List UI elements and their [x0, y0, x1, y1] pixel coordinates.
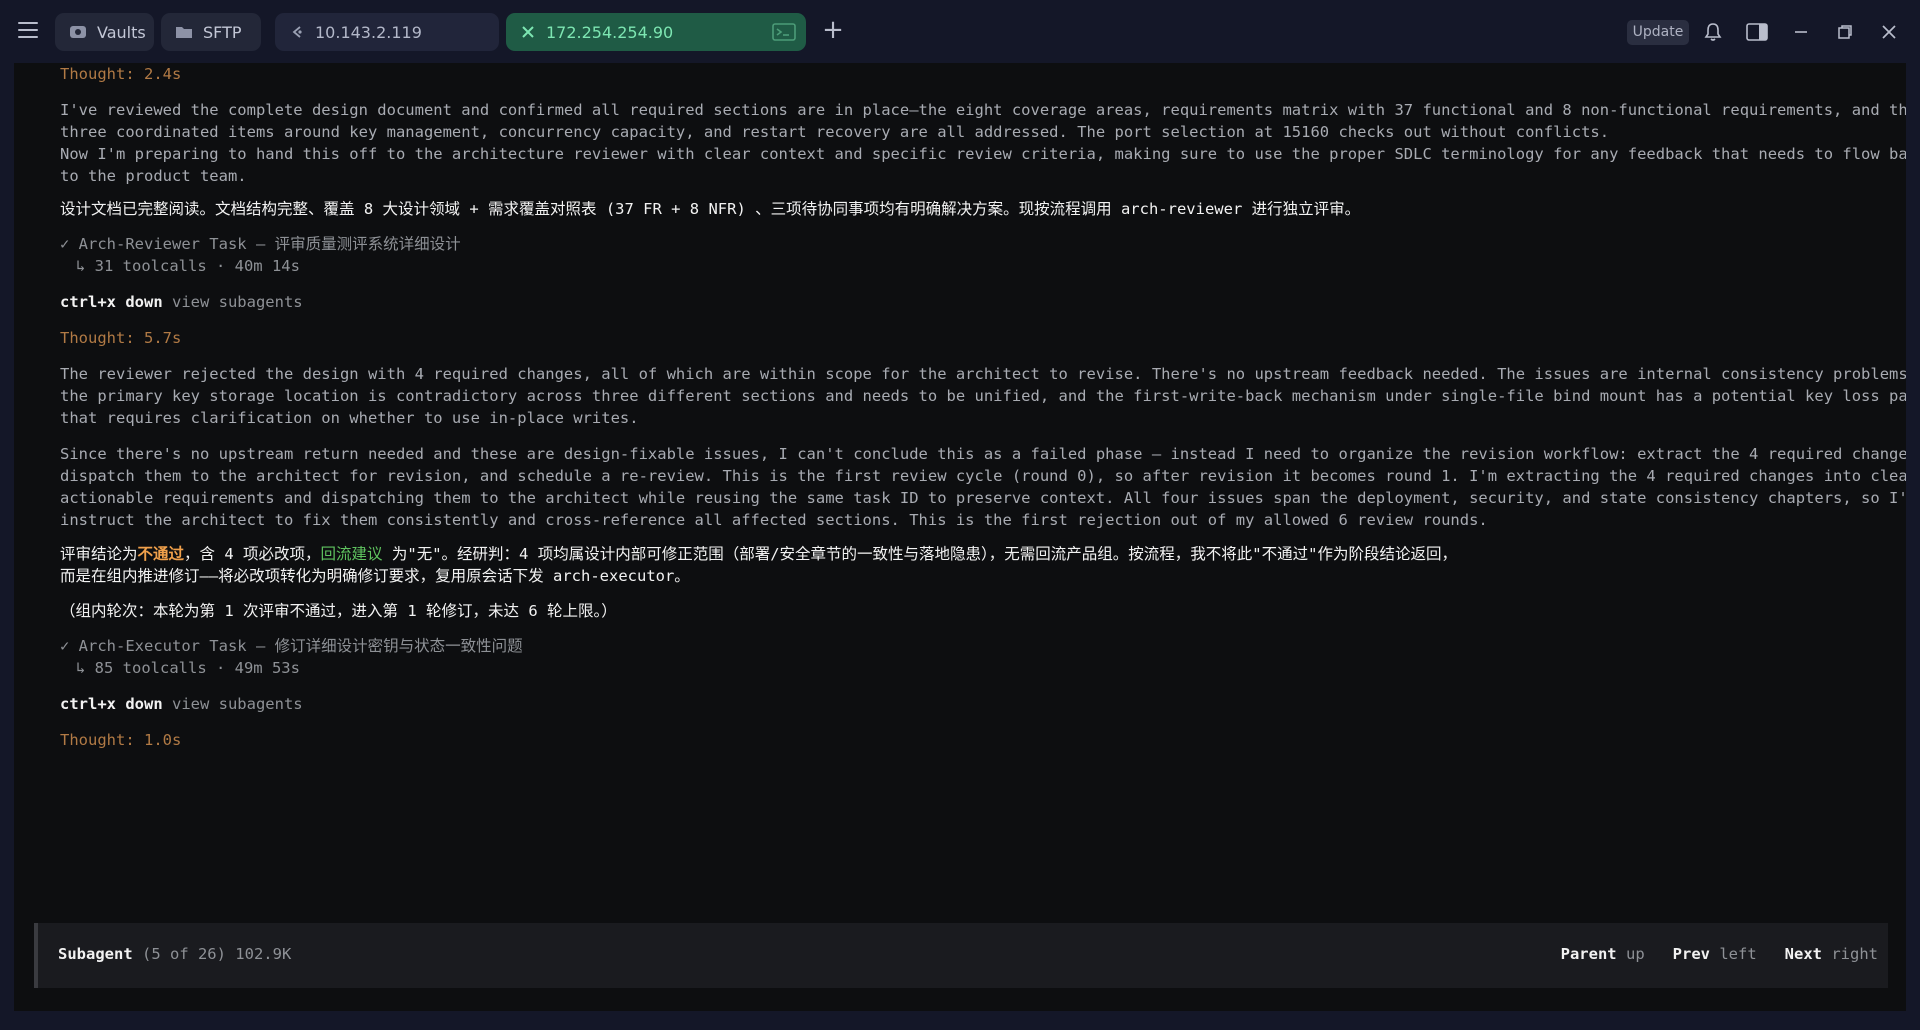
close-window-icon[interactable]: [1877, 20, 1901, 44]
tab-label: Vaults: [97, 22, 146, 42]
nav-parent-label: Parent: [1560, 945, 1617, 963]
tab-host-172-254-254-90[interactable]: 172.254.254.90: [506, 13, 806, 51]
log-line: to the product team.: [60, 167, 247, 185]
nav-prev[interactable]: Prev left: [1673, 945, 1757, 963]
shortcut-text: view subagents: [162, 293, 303, 311]
verdict-highlight: 不通过: [137, 545, 185, 563]
log-line: Since there's no upstream return needed …: [60, 445, 1906, 463]
terminal-pane[interactable]: Thought: 2.4s I've reviewed the complete…: [14, 63, 1906, 1011]
thought-line: Thought: 1.0s: [60, 731, 182, 749]
vault-icon: [70, 26, 86, 38]
plus-icon[interactable]: +: [820, 17, 846, 44]
reconnect-icon: [292, 26, 302, 38]
feedback-highlight: 回流建议: [320, 545, 383, 563]
log-line: that requires clarification on whether t…: [60, 409, 639, 427]
nav-prev-key: left: [1719, 945, 1757, 963]
tab-label: SFTP: [203, 22, 242, 42]
tab-host-10-143-2-119[interactable]: 10.143.2.119: [275, 13, 499, 51]
summary-line: 评审结论为不通过，含 4 项必改项，回流建议 为"无"。经研判：4 项均属设计内…: [60, 543, 1457, 565]
restore-icon[interactable]: [1833, 20, 1857, 44]
summary-text: 评审结论为: [60, 545, 138, 563]
subagent-nav: Parent up Prev left Next right: [1561, 945, 1878, 963]
log-line: the primary key storage location is cont…: [60, 387, 1906, 405]
log-line: instruct the architect to fix them consi…: [60, 511, 1488, 529]
tab-label: 10.143.2.119: [315, 22, 422, 42]
nav-parent[interactable]: Parent up: [1561, 945, 1645, 963]
hamburger-icon[interactable]: [18, 22, 38, 38]
subagent-label: Subagent: [58, 945, 133, 963]
terminal-icon: [772, 23, 796, 41]
summary-line: 而是在组内推进修订——将必改项转化为明确修订要求，复用原会话下发 arch-ex…: [60, 567, 690, 585]
tab-label: 172.254.254.90: [546, 22, 674, 42]
nav-next-label: Next: [1784, 945, 1822, 963]
nav-next-key: right: [1831, 945, 1878, 963]
shortcut-text: view subagents: [162, 695, 303, 713]
log-line: Now I'm preparing to hand this off to th…: [60, 145, 1906, 163]
close-icon[interactable]: [520, 24, 536, 40]
sidebar-toggle-icon[interactable]: [1745, 20, 1769, 44]
log-line: The reviewer rejected the design with 4 …: [60, 365, 1906, 383]
shortcut-key: ctrl+x down: [60, 695, 163, 713]
keyboard-hint: ctrl+x down view subagents: [60, 291, 303, 313]
task-meta: ↳ 31 toolcalls · 40m 14s: [76, 257, 300, 275]
summary-text: ，含 4 项必改项，: [184, 545, 321, 563]
subagent-indicator: Subagent (5 of 26) 102.9K: [58, 945, 291, 963]
keyboard-hint: ctrl+x down view subagents: [60, 693, 303, 715]
log-line: actionable requirements and dispatching …: [60, 489, 1906, 507]
summary-text: 为"无"。经研判：4 项均属设计内部可修正范围（部署/安全章节的一致性与落地隐患…: [382, 545, 1457, 563]
title-bar: Vaults SFTP 10.143.2.119 172.254.254.90 …: [0, 0, 1920, 63]
tab-sftp[interactable]: SFTP: [161, 13, 261, 51]
update-button[interactable]: Update: [1627, 20, 1689, 45]
subagent-task[interactable]: ✓ Arch-Executor Task — 修订详细设计密钥与状态一致性问题: [60, 635, 523, 657]
subagent-position: (5 of 26) 102.9K: [132, 945, 292, 963]
log-line: three coordinated items around key manag…: [60, 123, 1610, 141]
summary-line: （组内轮次：本轮为第 1 次评审不通过，进入第 1 轮修订，未达 6 轮上限。）: [60, 602, 617, 620]
nav-next[interactable]: Next right: [1785, 945, 1878, 963]
tab-vaults[interactable]: Vaults: [55, 13, 154, 51]
folder-icon: [176, 27, 192, 38]
subagent-status-bar: Subagent (5 of 26) 102.9K Parent up Prev…: [34, 923, 1888, 988]
log-line: dispatch them to the architect for revis…: [60, 467, 1906, 485]
shortcut-key: ctrl+x down: [60, 293, 163, 311]
thought-line: Thought: 5.7s: [60, 329, 182, 347]
minimize-icon[interactable]: [1789, 20, 1813, 44]
nav-parent-key: up: [1625, 945, 1645, 963]
summary-line: 设计文档已完整阅读。文档结构完整、覆盖 8 大设计领域 + 需求覆盖对照表 (3…: [60, 200, 1361, 218]
log-line: I've reviewed the complete design docume…: [60, 101, 1906, 119]
task-meta: ↳ 85 toolcalls · 49m 53s: [76, 659, 300, 677]
nav-prev-label: Prev: [1672, 945, 1710, 963]
bell-icon[interactable]: [1701, 20, 1725, 44]
subagent-task[interactable]: ✓ Arch-Reviewer Task — 评审质量测评系统详细设计: [60, 233, 461, 255]
thought-line: Thought: 2.4s: [60, 65, 182, 83]
